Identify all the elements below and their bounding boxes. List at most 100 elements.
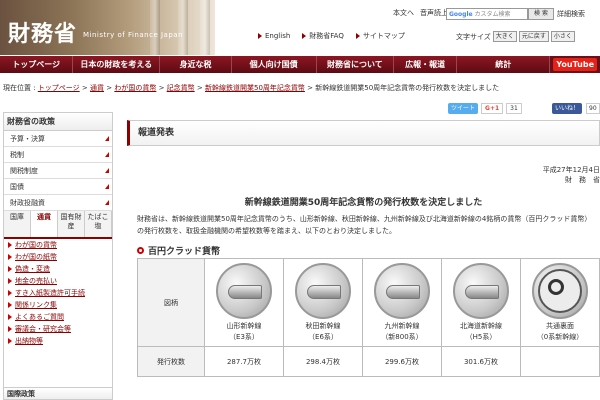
coin-center-icon [548, 279, 564, 295]
coin-name: 山形新幹線 [226, 322, 262, 330]
header-hero-image: 財務省 Ministry of Finance Japan [0, 0, 215, 55]
coin-name: 秋田新幹線 [305, 322, 341, 330]
main-nav-stats[interactable]: 統計 [457, 56, 551, 73]
main-nav-finance[interactable]: 日本の財政を考える [73, 56, 161, 73]
breadcrumb-item[interactable]: 記念貨幣 [167, 84, 195, 92]
sidebar-item-label: 税制 [10, 151, 24, 159]
arrow-icon [258, 33, 262, 39]
speech-link[interactable]: 音声読上 [420, 8, 448, 18]
arrow-icon [8, 302, 12, 308]
count-cell [520, 346, 600, 377]
sidebar-link[interactable]: わが国の貨幣 [4, 239, 112, 251]
sidebar-link-label: 審議会・研究会等 [15, 325, 71, 333]
search-button[interactable]: 検 索 [528, 8, 554, 20]
main-nav-press[interactable]: 広報・報道 [393, 56, 458, 73]
breadcrumb-item[interactable]: 通貨 [90, 84, 104, 92]
arrow-icon [8, 242, 12, 248]
sidebar: 財務省の政策 予算・決算 税制 関税制度 国債 財政投融資 国庫 通貨 国有財産… [3, 112, 113, 400]
main-nav-tax[interactable]: 身近な税 [160, 56, 232, 73]
table-row: 発行枚数 287.7万枚 298.4万枚 299.6万枚 301.6万枚 [137, 346, 600, 377]
utility-nav-label: サイトマップ [362, 32, 405, 40]
sidebar-link-label: 出納物等 [15, 337, 43, 345]
sidebar-item-label: 国債 [10, 183, 24, 191]
sidebar-link[interactable]: 審議会・研究会等 [4, 323, 112, 335]
coin-image-yamagata [216, 263, 272, 319]
tab-treasury[interactable]: 国庫 [4, 211, 31, 237]
coin-sub: （新800系） [381, 333, 423, 341]
arrow-icon [8, 254, 12, 260]
sidebar-item-filp[interactable]: 財政投融資 [4, 195, 112, 211]
corner-icon [105, 200, 109, 205]
tab-national-property[interactable]: 国有財産 [58, 211, 85, 237]
main-nav-about[interactable]: 財務省について [316, 56, 394, 73]
breadcrumb-item[interactable]: 新幹線鉄道開業50周年記念貨幣 [205, 84, 305, 92]
sidebar-item-international[interactable]: 国際政策 [4, 387, 112, 399]
sidebar-link[interactable]: よくあるご質問 [4, 311, 112, 323]
skip-to-content-link[interactable]: 本文へ [393, 8, 414, 18]
arrow-icon [355, 33, 360, 39]
sidebar-link-label: 地金の売払い [15, 277, 57, 285]
text-size-reset-button[interactable]: 元に戻す [518, 31, 549, 42]
coin-cell: 山形新幹線 （E3系） [204, 258, 284, 347]
breadcrumb-item[interactable]: トップページ [38, 84, 80, 92]
utility-nav-sitemap[interactable]: サイトマップ [355, 31, 405, 41]
sidebar-item-tax[interactable]: 税制 [4, 147, 112, 163]
coin-cell: 北海道新幹線 （H5系） [441, 258, 521, 347]
breadcrumb: 現在位置 : トップページ > 通貨 > わが国の貨幣 > 記念貨幣 > 新幹線… [3, 84, 500, 92]
main-nav-top[interactable]: トップページ [0, 56, 74, 73]
coin-sub: （H5系） [465, 333, 497, 341]
search-placeholder: カスタム検索 [474, 11, 511, 18]
tweet-button[interactable]: ツイート [448, 103, 479, 114]
utility-nav-label: English [265, 32, 291, 40]
main-content: 報道発表 平成27年12月4日財 務 省 新幹線鉄道開業50周年記念貨幣の発行枚… [127, 120, 600, 400]
facebook-like-button[interactable]: いいね！ [552, 103, 583, 114]
youtube-link[interactable]: YouTube [553, 58, 597, 71]
table-header-cell: 発行枚数 [137, 346, 205, 377]
main-nav-bonds[interactable]: 個人向け国債 [231, 56, 317, 73]
sidebar-link[interactable]: すき入紙製造許可手続 [4, 287, 112, 299]
site-logo[interactable]: 財務省 [8, 16, 77, 48]
advanced-search-link[interactable]: 詳細検索 [557, 9, 585, 19]
search-input[interactable]: Google カスタム検索 [446, 8, 528, 20]
main-nav: トップページ 日本の財政を考える 身近な税 個人向け国債 財務省について 広報・… [0, 56, 600, 73]
arrow-icon [8, 326, 12, 332]
table-row: 図柄 山形新幹線 （E3系） 秋田新幹線 （E6系） 九州新幹線 （新800系） 北海… [137, 258, 600, 347]
site-logo-english: Ministry of Finance Japan [83, 31, 184, 39]
arrow-icon [302, 33, 307, 39]
tab-tobacco-salt[interactable]: たばこ塩 [85, 211, 112, 237]
facebook-like-count: 90 [586, 103, 600, 114]
breadcrumb-current: 新幹線鉄道開業50周年記念貨幣の発行枚数を決定しました [315, 84, 500, 92]
train-icon [465, 285, 499, 299]
coin-name: 北海道新幹線 [460, 322, 502, 330]
sidebar-link[interactable]: わが国の紙幣 [4, 251, 112, 263]
sidebar-link[interactable]: 関係リンク集 [4, 299, 112, 311]
subheading: 百円クラッド貨幣 [137, 244, 220, 257]
count-cell: 299.6万枚 [362, 346, 442, 377]
tab-currency[interactable]: 通貨 [31, 211, 58, 237]
sidebar-link[interactable]: 偽造・変造 [4, 263, 112, 275]
text-size-larger-button[interactable]: 大きく [492, 31, 517, 42]
utility-nav-english[interactable]: English [258, 32, 290, 40]
sidebar-link-label: わが国の貨幣 [15, 241, 57, 249]
header-links: 本文へ 音声読上 [393, 8, 448, 18]
coin-image-kyushu [374, 263, 430, 319]
press-heading: 新幹線鉄道開業50周年記念貨幣の発行枚数を決定しました [244, 198, 483, 208]
coin-sub: （E6系） [308, 333, 338, 341]
press-date: 平成27年12月4日財 務 省 [534, 165, 600, 185]
corner-icon [105, 184, 109, 189]
sidebar-link[interactable]: 出納物等 [4, 335, 112, 347]
coin-cell: 九州新幹線 （新800系） [362, 258, 442, 347]
breadcrumb-item[interactable]: わが国の貨幣 [114, 84, 156, 92]
utility-nav-faq[interactable]: 財務省FAQ [302, 31, 344, 41]
sidebar-link[interactable]: 地金の売払い [4, 275, 112, 287]
train-icon [228, 285, 262, 299]
gplus-button[interactable]: G+1 [481, 103, 504, 114]
text-size-smaller-button[interactable]: 小さく [550, 31, 575, 42]
sidebar-item-budget[interactable]: 予算・決算 [4, 131, 112, 147]
subheading-text: 百円クラッド貨幣 [148, 247, 221, 257]
column-decoration [178, 0, 188, 55]
sidebar-item-customs[interactable]: 関税制度 [4, 163, 112, 179]
sidebar-item-label: 予算・決算 [10, 135, 45, 143]
arrow-icon [8, 338, 12, 344]
sidebar-item-bonds[interactable]: 国債 [4, 179, 112, 195]
